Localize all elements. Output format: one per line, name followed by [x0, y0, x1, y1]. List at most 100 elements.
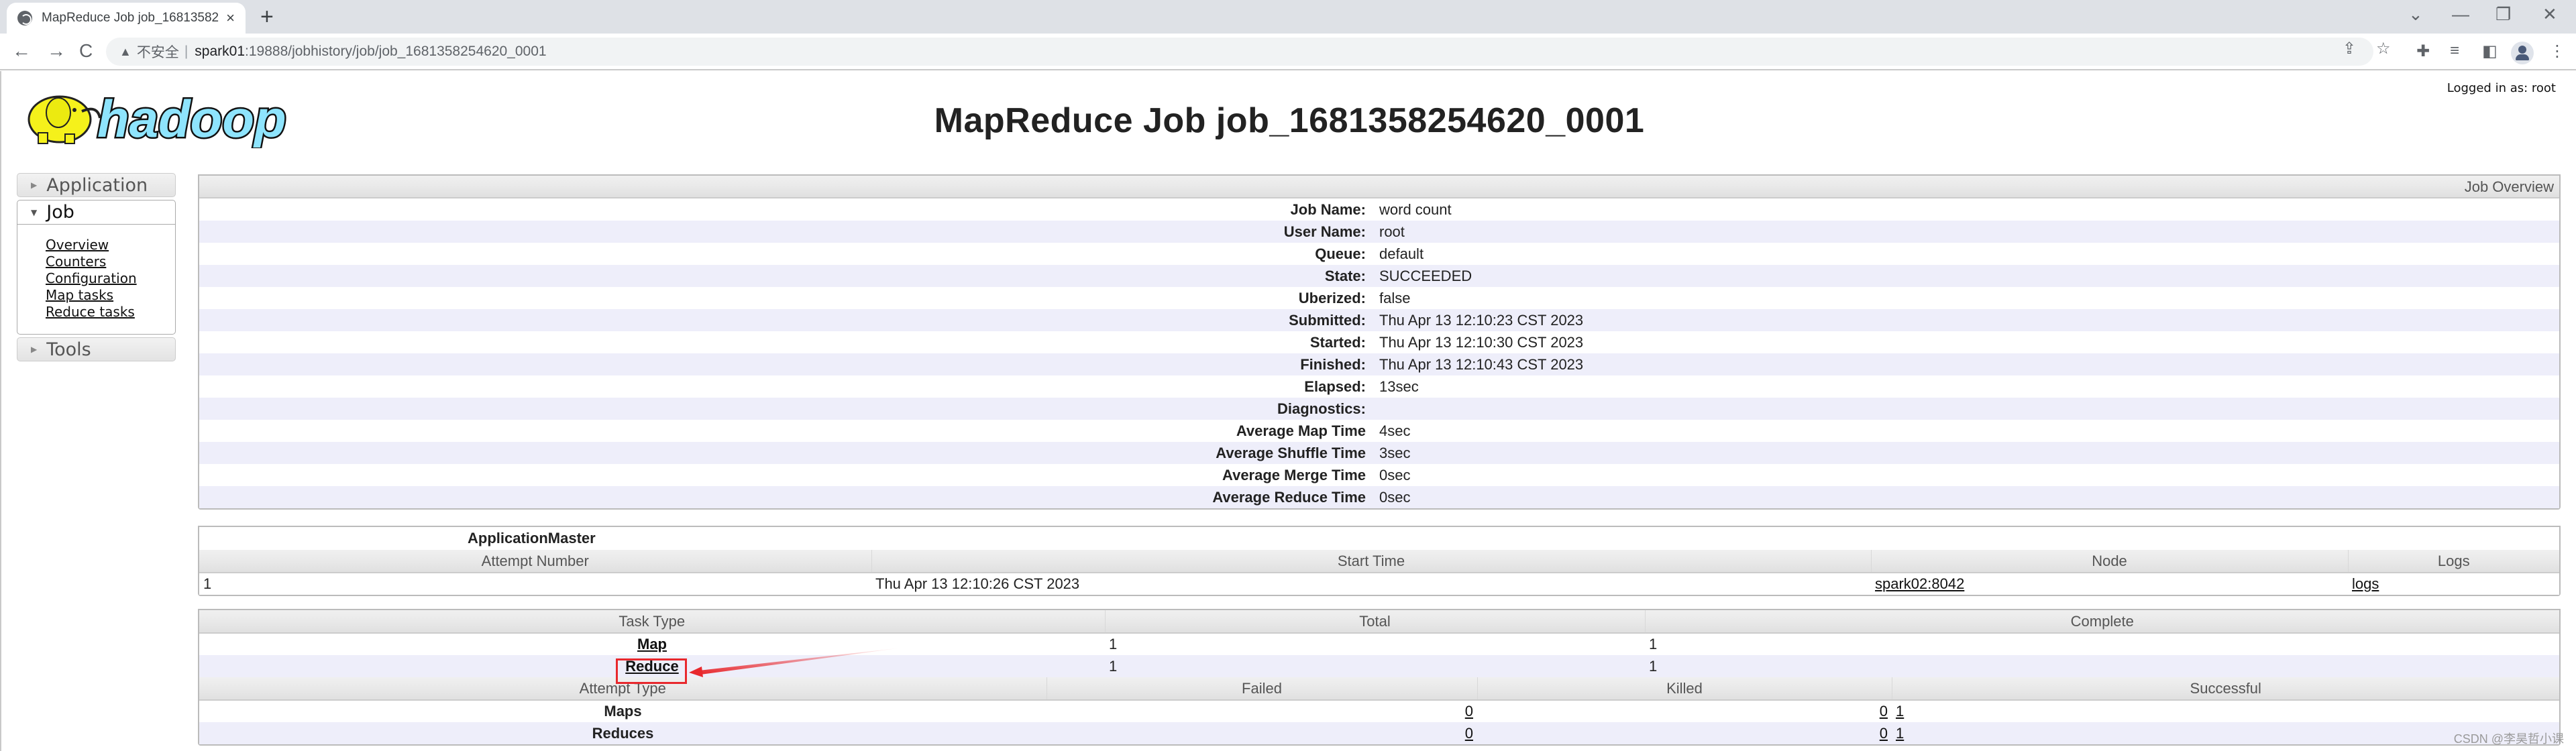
annotation-highlight-box [616, 658, 687, 684]
overview-value: SUCCEEDED [1379, 265, 2559, 287]
successful-count-link[interactable]: 1 [1896, 703, 1904, 719]
sidebar-link-overview[interactable]: Overview [46, 237, 175, 253]
security-label[interactable]: 不安全 [137, 42, 179, 62]
profile-icon[interactable] [2511, 42, 2534, 64]
overview-label: Job Name: [199, 198, 1379, 221]
table-row: Reduces 0 0 1 [199, 722, 2559, 744]
table-row: Map 1 1 [199, 633, 2559, 655]
task-total: 1 [1105, 655, 1645, 677]
task-total: 1 [1105, 633, 1645, 655]
warning-icon: ▲ [119, 44, 131, 58]
star-icon[interactable]: ☆ [2376, 39, 2391, 58]
overview-value: 3sec [1379, 442, 2559, 464]
restore-icon[interactable]: ❐ [2496, 4, 2511, 25]
page-title: MapReduce Job job_1681358254620_0001 [934, 101, 1645, 140]
page: Logged in as: root hadoop MapReduce Job … [0, 71, 2576, 751]
failed-count-link[interactable]: 0 [1465, 725, 1473, 742]
overview-label: Diagnostics: [199, 398, 1379, 420]
overview-value: 13sec [1379, 376, 2559, 398]
close-window-icon[interactable]: ✕ [2542, 4, 2557, 25]
overview-label: Average Map Time [199, 420, 1379, 442]
node-link[interactable]: spark02:8042 [1875, 575, 1964, 592]
failed-count-link[interactable]: 0 [1465, 703, 1473, 719]
overview-value [1379, 398, 2559, 420]
logs-link[interactable]: logs [2352, 575, 2379, 592]
reload-icon[interactable]: C [79, 40, 93, 62]
sidebar-section-job-header[interactable]: ▼ Job [17, 200, 175, 225]
share-icon[interactable]: ⇪ [2343, 39, 2356, 58]
sidebar-link-reduce-tasks[interactable]: Reduce tasks [46, 304, 175, 321]
killed-count-link[interactable]: 0 [1880, 725, 1888, 742]
triangle-down-icon: ▼ [31, 207, 38, 217]
overview-value: root [1379, 221, 2559, 243]
overview-value: false [1379, 287, 2559, 309]
column-header: Successful [1892, 677, 2559, 701]
sidebar-link-map-tasks[interactable]: Map tasks [46, 287, 175, 304]
url-host: spark01 [195, 44, 246, 59]
overview-label: Average Merge Time [199, 464, 1379, 486]
overview-row: Uberized: false [199, 287, 2559, 309]
tasks-table: Task Type Total Complete Map 1 1 Reduce … [199, 610, 2559, 677]
extensions-icon[interactable]: ✚ [2416, 42, 2430, 61]
table-row: 1 Thu Apr 13 12:10:26 CST 2023 spark02:8… [199, 573, 2559, 595]
back-icon[interactable]: ← [12, 40, 31, 62]
sidebar-section-job: ▼ Job Overview Counters Configuration Ma… [17, 200, 176, 335]
column-header: Attempt Number [199, 550, 872, 573]
overview-value: Thu Apr 13 12:10:30 CST 2023 [1379, 331, 2559, 353]
overview-row: Diagnostics: [199, 398, 2559, 420]
tab-search-icon[interactable]: ⌄ [2408, 4, 2423, 25]
sidebar-link-configuration[interactable]: Configuration [46, 270, 175, 287]
attempt-type: Maps [199, 700, 1046, 722]
new-tab-button[interactable]: + [260, 5, 274, 28]
sidebar-section-tools[interactable]: ▶ Tools [17, 337, 176, 361]
column-header: Task Type [199, 610, 1106, 634]
table-row: Reduce 1 1 [199, 655, 2559, 677]
table-row: Maps 0 0 1 [199, 700, 2559, 722]
overview-row: Job Name: word count [199, 198, 2559, 221]
app-master-title: ApplicationMaster [199, 527, 2559, 550]
overview-label: User Name: [199, 221, 1379, 243]
overview-row: Average Merge Time 0sec [199, 464, 2559, 486]
overview-row: Elapsed: 13sec [199, 376, 2559, 398]
successful-count-link[interactable]: 1 [1896, 725, 1904, 742]
address-bar: ← → C ▲ 不安全 | spark01 :19888/jobhistory/… [0, 34, 2576, 70]
forward-icon[interactable]: → [47, 40, 66, 62]
overview-label: Finished: [199, 353, 1379, 376]
job-overview-header: Job Overview [199, 176, 2559, 198]
sidebar-link-counters[interactable]: Counters [46, 253, 175, 270]
task-complete: 1 [1645, 655, 2559, 677]
overview-row: Finished: Thu Apr 13 12:10:43 CST 2023 [199, 353, 2559, 376]
menu-icon[interactable]: ⋮ [2549, 42, 2565, 61]
tab-title: MapReduce Job job_16813582 [42, 11, 219, 25]
tab-close-icon[interactable]: × [226, 9, 235, 27]
killed-count-link[interactable]: 0 [1880, 703, 1888, 719]
overview-row: Average Map Time 4sec [199, 420, 2559, 442]
overview-row: Average Reduce Time 0sec [199, 486, 2559, 508]
column-header: Node [1871, 550, 2349, 573]
overview-value: word count [1379, 198, 2559, 221]
column-header: Killed [1477, 677, 1892, 701]
minimize-icon[interactable]: — [2452, 4, 2469, 25]
overview-value: 0sec [1379, 486, 2559, 508]
task-type-map-link[interactable]: Map [637, 636, 667, 652]
overview-value: 4sec [1379, 420, 2559, 442]
overview-value: Thu Apr 13 12:10:23 CST 2023 [1379, 309, 2559, 331]
sidebar-section-application[interactable]: ▶ Application [17, 173, 176, 197]
overview-label: Elapsed: [199, 376, 1379, 398]
overview-row: Average Shuffle Time 3sec [199, 442, 2559, 464]
overview-value: default [1379, 243, 2559, 265]
media-icon[interactable]: ≡ [2450, 42, 2459, 60]
url-input[interactable]: ▲ 不安全 | spark01 :19888/jobhistory/job/jo… [106, 38, 2373, 66]
triangle-right-icon: ▶ [31, 345, 38, 354]
overview-label: Average Reduce Time [199, 486, 1379, 508]
overview-label: Started: [199, 331, 1379, 353]
overview-label: Submitted: [199, 309, 1379, 331]
url-path: :19888/jobhistory/job/job_1681358254620_… [245, 44, 547, 59]
separator: | [184, 44, 189, 59]
column-header: Failed [1046, 677, 1478, 701]
column-header: Start Time [871, 550, 1872, 573]
sidepanel-icon[interactable]: ◧ [2482, 42, 2498, 61]
job-overview-panel: Job Overview Job Name: word count User Nam… [198, 174, 2561, 510]
attempts-table: Attempt Type Failed Killed Successful Ma… [199, 677, 2559, 744]
browser-tab[interactable]: MapReduce Job job_16813582 × [7, 3, 246, 34]
